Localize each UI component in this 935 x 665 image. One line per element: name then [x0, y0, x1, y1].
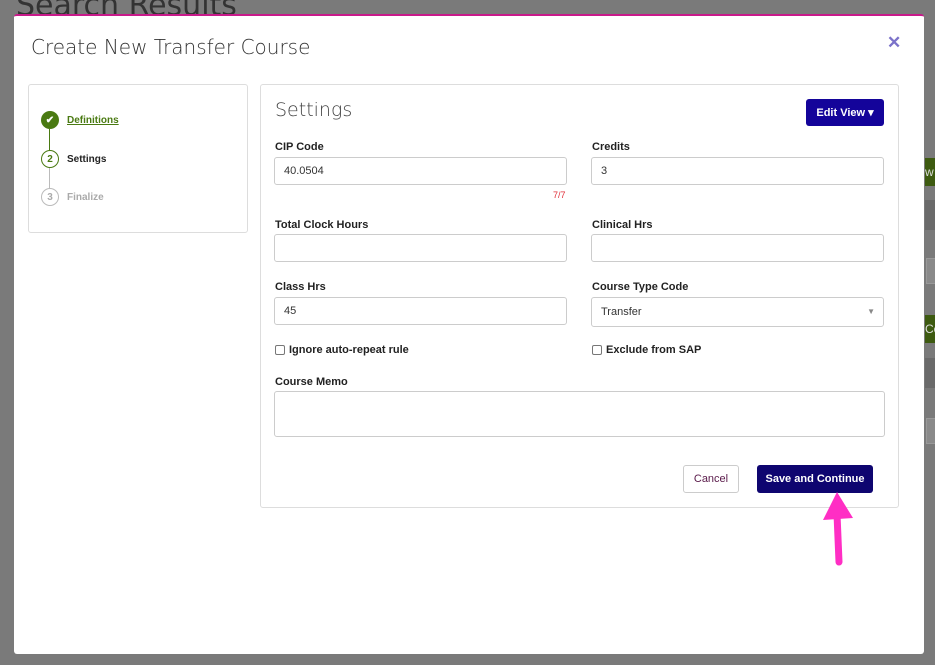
background-button: Cou: [925, 315, 935, 343]
cip-code-label: CIP Code: [275, 141, 324, 153]
step-settings: 2 Settings: [41, 150, 106, 168]
background-row: [925, 200, 935, 230]
step-definitions[interactable]: ✔ Definitions: [41, 111, 119, 129]
annotation-arrow-icon: [823, 492, 853, 566]
checkbox-label: Exclude from SAP: [606, 344, 702, 356]
background-button: w U: [925, 158, 935, 186]
credits-label: Credits: [592, 141, 630, 153]
check-icon: ✔: [41, 111, 59, 129]
background-box: [926, 258, 935, 284]
course-memo-textarea[interactable]: [274, 391, 885, 437]
checkbox-box[interactable]: [275, 345, 285, 355]
chevron-down-icon: ▼: [867, 307, 875, 316]
checkbox-box[interactable]: [592, 345, 602, 355]
close-icon[interactable]: ✕: [887, 33, 901, 53]
step-number: 3: [41, 188, 59, 206]
class-hrs-input[interactable]: 45: [274, 297, 567, 325]
credits-input[interactable]: 3: [591, 157, 884, 185]
course-type-code-label: Course Type Code: [592, 281, 689, 293]
course-memo-label: Course Memo: [275, 376, 348, 388]
settings-panel: Settings Edit View ▾ CIP Code 40.0504 7/…: [260, 84, 899, 508]
total-clock-hours-label: Total Clock Hours: [275, 219, 369, 231]
step-number: 2: [41, 150, 59, 168]
checkbox-label: Ignore auto-repeat rule: [289, 344, 409, 356]
create-transfer-course-modal: Create New Transfer Course ✕ ✔ Definitio…: [14, 14, 924, 654]
course-type-code-select[interactable]: Transfer ▼: [591, 297, 884, 327]
cip-code-input[interactable]: 40.0504: [274, 157, 567, 185]
total-clock-hours-input[interactable]: [274, 234, 567, 262]
class-hrs-label: Class Hrs: [275, 281, 326, 293]
step-finalize: 3 Finalize: [41, 188, 104, 206]
step-label: Settings: [67, 153, 107, 165]
exclude-from-sap-checkbox[interactable]: Exclude from SAP: [592, 344, 701, 356]
edit-view-button[interactable]: Edit View ▾: [806, 99, 884, 126]
course-type-code-value: Transfer: [601, 306, 642, 318]
stepper: ✔ Definitions 2 Settings 3 Finalize: [28, 84, 248, 233]
background-box: [926, 418, 935, 444]
step-connector: [49, 168, 50, 189]
modal-title: Create New Transfer Course: [31, 35, 311, 59]
step-label: Finalize: [67, 191, 104, 203]
step-label[interactable]: Definitions: [67, 115, 119, 126]
cancel-button[interactable]: Cancel: [683, 465, 739, 493]
cip-code-counter: 7/7: [553, 190, 566, 200]
background-row: [925, 358, 935, 388]
panel-title: Settings: [275, 99, 353, 121]
ignore-auto-repeat-checkbox[interactable]: Ignore auto-repeat rule: [275, 344, 409, 356]
step-connector: [49, 129, 50, 151]
clinical-hrs-input[interactable]: [591, 234, 884, 262]
clinical-hrs-label: Clinical Hrs: [592, 219, 653, 231]
